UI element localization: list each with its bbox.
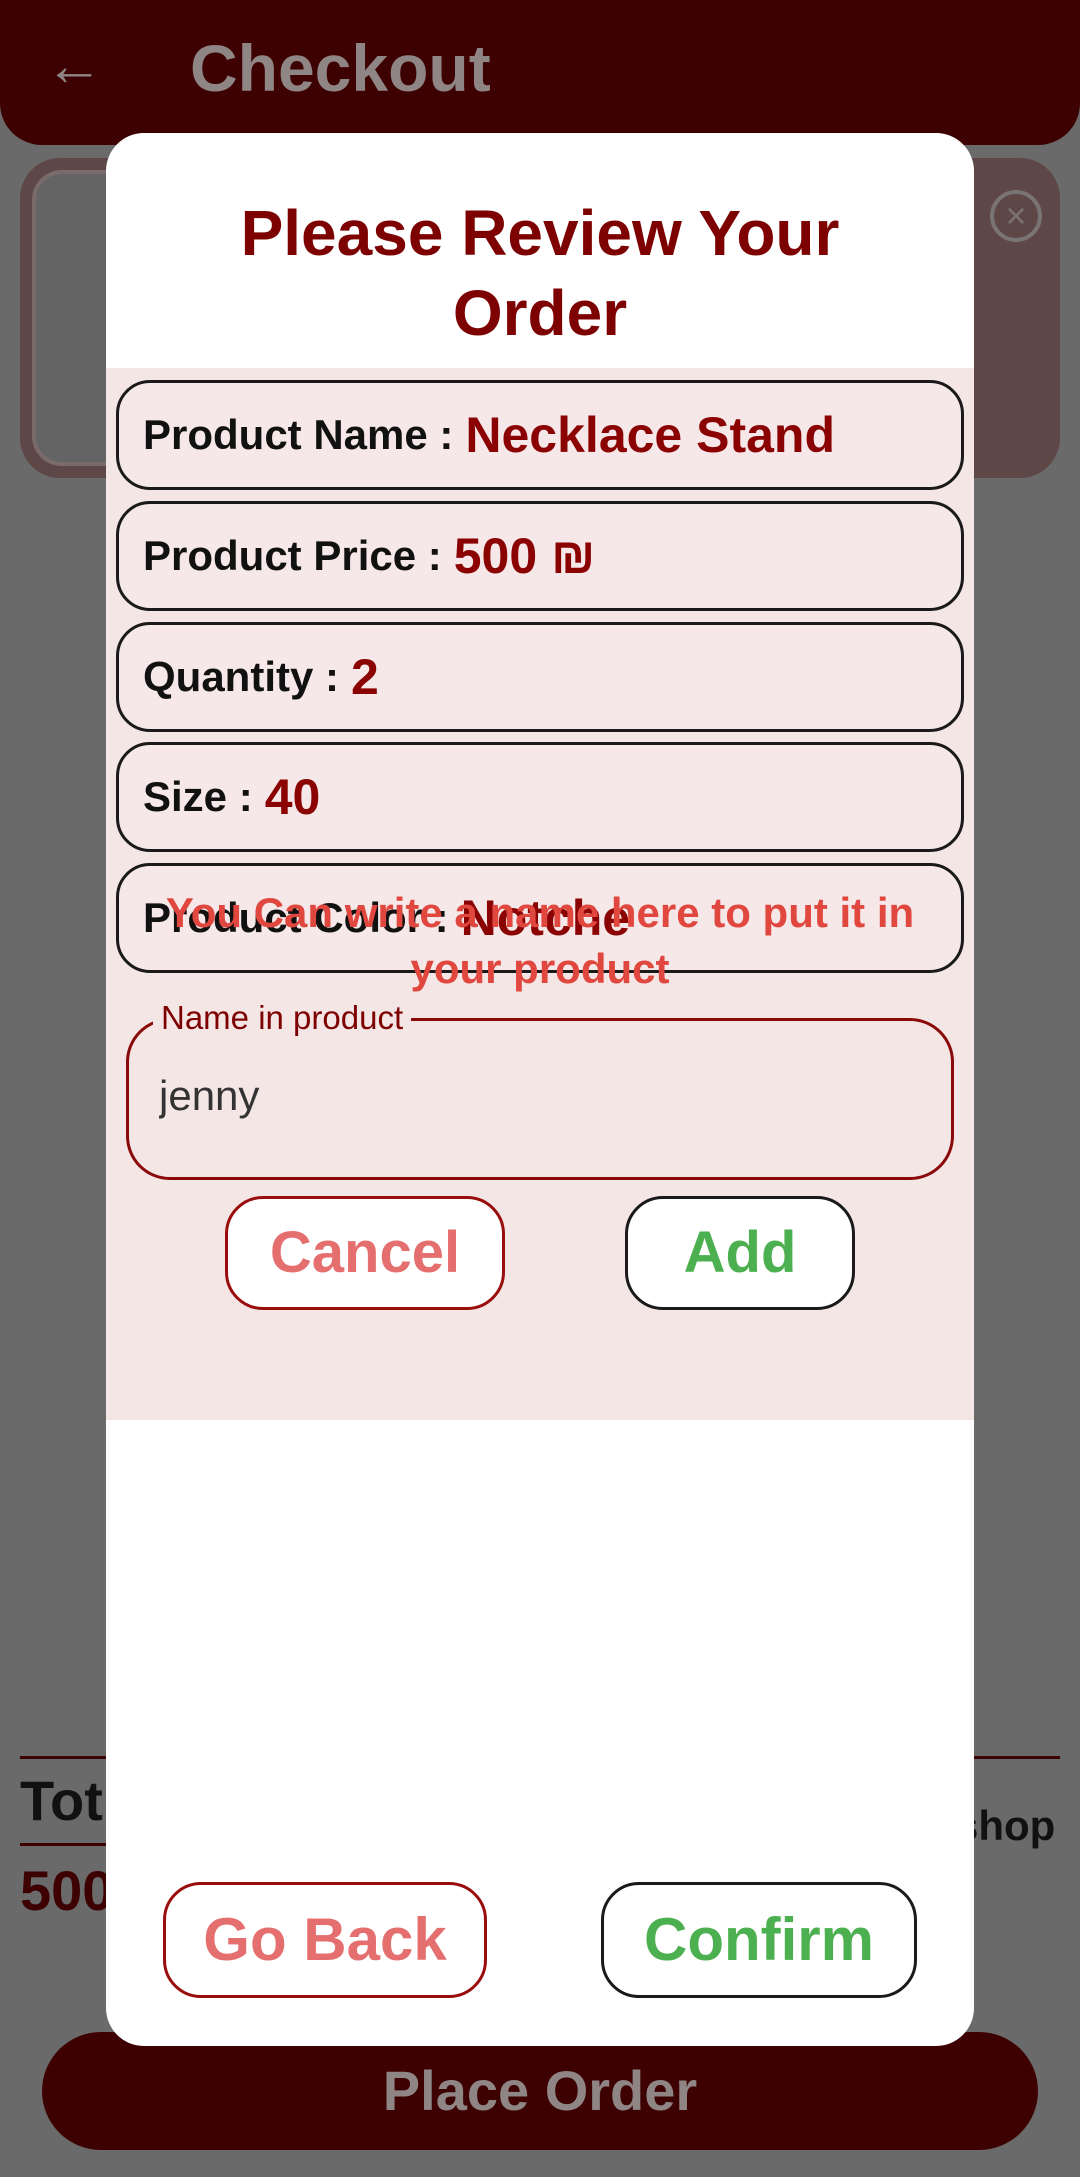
field-value: 500 ₪ [453, 528, 596, 584]
confirm-button[interactable]: Confirm [601, 1882, 917, 1998]
place-order-button[interactable]: Place Order [42, 2032, 1038, 2150]
field-value: 2 [351, 649, 379, 705]
product-price-row: Product Price : 500 ₪ [116, 501, 964, 611]
page-title: Checkout [190, 31, 491, 105]
review-order-dialog: Please Review Your Order Product Name : … [106, 133, 974, 2046]
field-value: 40 [264, 769, 321, 825]
name-in-product-field[interactable]: Name in product [126, 999, 954, 1180]
app-bar: ← Checkout [0, 0, 1080, 145]
size-row: Size : 40 [116, 742, 964, 852]
quantity-row: Quantity : 2 [116, 622, 964, 732]
dialog-title: Please Review Your Order [240, 197, 840, 349]
field-label: Size : [143, 773, 253, 820]
name-hint-text: You Can write a name here to put it in y… [165, 889, 915, 992]
cancel-button[interactable]: Cancel [225, 1196, 505, 1310]
arrow-left-icon[interactable]: ← [44, 28, 104, 104]
field-label: Product Name : [143, 411, 454, 458]
go-back-button[interactable]: Go Back [163, 1882, 487, 1998]
total-value: 500 [20, 1859, 114, 1922]
close-circle-icon[interactable]: × [990, 190, 1042, 242]
field-label: Product Price : [143, 532, 442, 579]
field-value: Necklace Stand [465, 407, 836, 463]
name-in-product-input[interactable] [159, 1061, 919, 1131]
product-name-row: Product Name : Necklace Stand [116, 380, 964, 490]
name-in-product-label: Name in product [153, 999, 412, 1037]
total-label: Tot [20, 1769, 103, 1832]
add-button[interactable]: Add [625, 1196, 855, 1310]
field-label: Quantity : [143, 653, 339, 700]
divider [20, 1843, 110, 1846]
